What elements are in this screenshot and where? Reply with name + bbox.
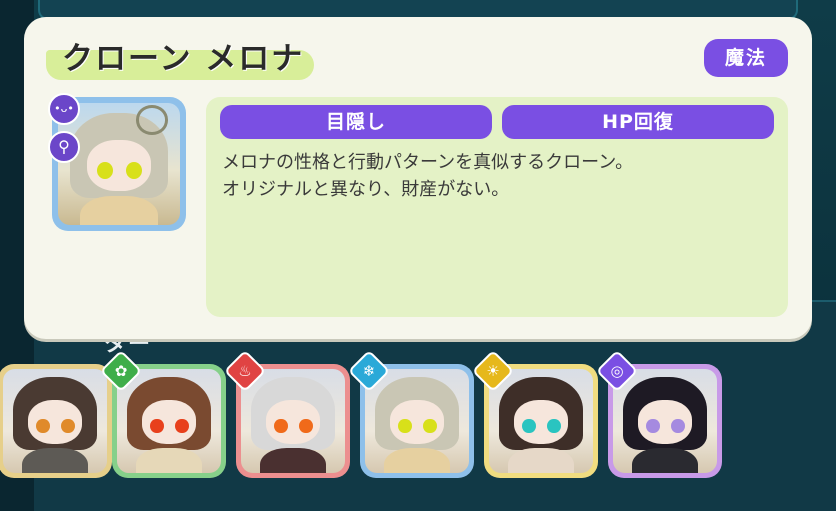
character-tile[interactable]: ❄ xyxy=(347,349,474,478)
status-badges: •ᴗ• ⚲ xyxy=(48,93,84,173)
character-name: クローン メロナ xyxy=(62,41,305,77)
description-panel: 目隠し HP回復 メロナの性格と行動パターンを真似するクローン。 オリジナルと異… xyxy=(206,97,788,317)
type-badge: 魔法 xyxy=(704,39,788,77)
character-tile-portrait xyxy=(613,369,717,473)
character-tile[interactable] xyxy=(0,364,112,478)
character-tile[interactable]: ♨ xyxy=(223,349,350,478)
skill-hp-recovery[interactable]: HP回復 xyxy=(502,105,774,139)
character-tile[interactable]: ◎ xyxy=(595,349,722,478)
skill-blindfold[interactable]: 目隠し xyxy=(220,105,492,139)
character-detail-card: クローン メロナ 魔法 •ᴗ• ⚲ 目隠し HP回復 メロナの性格と行動パターン… xyxy=(24,17,812,339)
key-icon: ⚲ xyxy=(48,131,80,163)
character-tile-portrait xyxy=(3,369,107,473)
character-description: メロナの性格と行動パターンを真似するクローン。 オリジナルと異なり、財産がない。 xyxy=(222,152,634,200)
character-tile-portrait xyxy=(117,369,221,473)
character-tile-portrait xyxy=(489,369,593,473)
character-roster: ✿ ♨ ❄ ☀ ◎ xyxy=(0,349,836,480)
character-tile-portrait xyxy=(365,369,469,473)
character-tile[interactable]: ☀ xyxy=(471,349,598,478)
devil-face-icon: •ᴗ• xyxy=(48,93,80,125)
character-tile-portrait xyxy=(241,369,345,473)
character-tile[interactable]: ✿ xyxy=(99,349,226,478)
